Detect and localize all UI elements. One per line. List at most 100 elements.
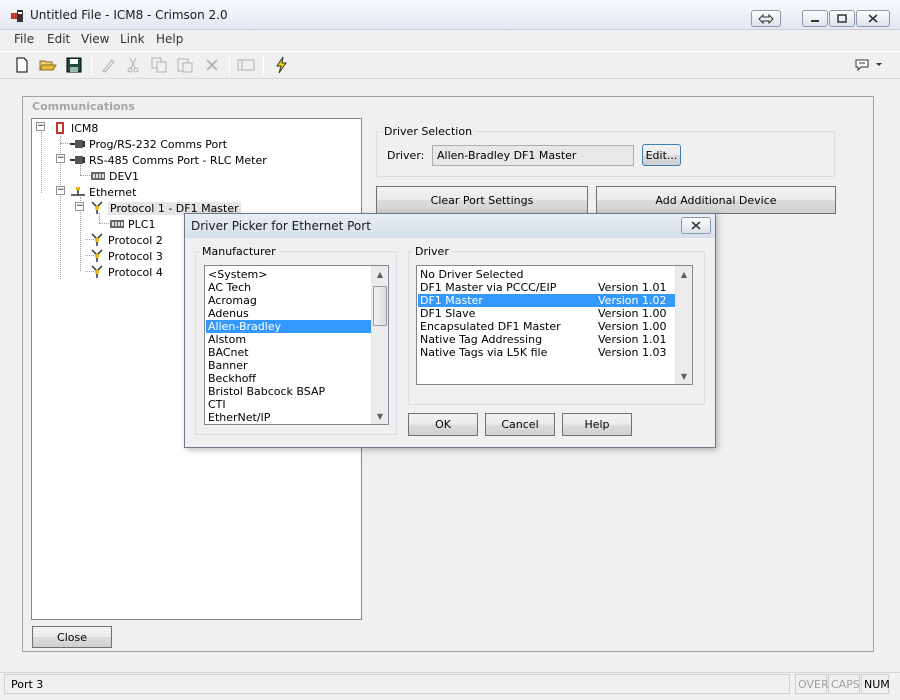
sync-arrows-button[interactable] [751, 10, 781, 27]
driver-label: Driver: [387, 149, 425, 162]
tree-node-protocol2[interactable]: Protocol 2 [89, 232, 163, 248]
driver-group-label: Driver [413, 245, 451, 258]
cancel-button[interactable]: Cancel [485, 413, 555, 436]
tree-node-ethernet[interactable]: Ethernet [70, 184, 136, 200]
scroll-up-icon[interactable]: ▲ [676, 266, 692, 282]
copy-button[interactable] [148, 54, 170, 76]
driver-row-selected[interactable]: DF1 Master Version 1.02 [418, 294, 675, 307]
manufacturer-list[interactable]: <System> AC Tech Acromag Adenus Allen-Br… [204, 265, 389, 425]
close-window-button[interactable] [856, 10, 890, 27]
driver-row[interactable]: DF1 Slave Version 1.00 [418, 307, 675, 320]
minimize-icon [811, 19, 819, 22]
tree-node-icm8[interactable]: ICM8 [52, 120, 98, 136]
close-button[interactable]: Close [32, 626, 112, 648]
list-item[interactable]: Banner [206, 359, 372, 372]
tree-node-label: Prog/RS-232 Comms Port [89, 137, 228, 151]
device-icon [52, 121, 68, 135]
driver-row[interactable]: Native Tags via L5K file Version 1.03 [418, 346, 675, 359]
new-file-button[interactable] [11, 54, 33, 76]
clear-port-settings-button[interactable]: Clear Port Settings [376, 186, 588, 214]
serial-port-icon [70, 137, 86, 151]
ok-button[interactable]: OK [408, 413, 478, 436]
list-item[interactable]: AC Tech [206, 281, 372, 294]
minimize-button[interactable] [802, 10, 828, 27]
scroll-down-icon[interactable]: ▼ [372, 408, 388, 424]
maximize-button[interactable] [829, 10, 855, 27]
scroll-thumb[interactable] [373, 286, 387, 326]
delete-button[interactable] [201, 54, 223, 76]
driver-row[interactable]: DF1 Master via PCCC/EIP Version 1.01 [418, 281, 675, 294]
driver-field: Allen-Bradley DF1 Master [432, 145, 634, 166]
properties-button[interactable] [235, 54, 257, 76]
driver-name: No Driver Selected [420, 268, 524, 281]
tree-expander[interactable]: − [75, 202, 84, 211]
balloon-help-icon [855, 59, 882, 72]
paste-button[interactable] [174, 54, 196, 76]
edit-driver-button[interactable]: Edit... [642, 144, 681, 166]
tree-node-protocol3[interactable]: Protocol 3 [89, 248, 163, 264]
add-device-button[interactable]: Add Additional Device [596, 186, 836, 214]
driver-version: Version 1.00 [598, 320, 667, 333]
driver-name: DF1 Slave [420, 307, 476, 320]
tree-node-prog-port[interactable]: Prog/RS-232 Comms Port [70, 136, 227, 152]
menu-view[interactable]: View [81, 32, 109, 46]
edit-pen-button[interactable] [97, 54, 119, 76]
cut-button[interactable] [122, 54, 144, 76]
tree-node-protocol4[interactable]: Protocol 4 [89, 264, 163, 280]
protocol-icon [89, 265, 105, 279]
menu-help[interactable]: Help [156, 32, 183, 46]
driver-list[interactable]: No Driver Selected DF1 Master via PCCC/E… [416, 265, 693, 385]
toolbar-separator [263, 54, 264, 76]
tree-expander[interactable]: − [36, 122, 45, 131]
copy-icon [151, 57, 167, 73]
balloon-help-button[interactable] [852, 54, 886, 76]
driver-row[interactable]: No Driver Selected [418, 268, 675, 281]
save-icon [66, 57, 82, 73]
help-button[interactable]: Help [562, 413, 632, 436]
scroll-up-icon[interactable]: ▲ [372, 266, 388, 282]
driver-name: Encapsulated DF1 Master [420, 320, 561, 333]
tree-expander[interactable]: − [56, 154, 65, 163]
list-item[interactable]: Adenus [206, 307, 372, 320]
driver-row[interactable]: Native Tag Addressing Version 1.01 [418, 333, 675, 346]
list-item[interactable]: Acromag [206, 294, 372, 307]
driver-version: Version 1.01 [598, 281, 667, 294]
open-folder-icon [39, 60, 57, 71]
tree-node-plc1[interactable]: PLC1 [109, 216, 155, 232]
dialog-close-button[interactable] [681, 217, 711, 234]
list-item[interactable]: Alstom [206, 333, 372, 346]
manufacturer-scrollbar[interactable]: ▲ ▼ [371, 266, 388, 424]
driver-row[interactable]: Encapsulated DF1 Master Version 1.00 [418, 320, 675, 333]
device-module-icon [90, 169, 106, 183]
list-item[interactable]: Bristol Babcock BSAP [206, 385, 372, 398]
driver-name: DF1 Master via PCCC/EIP [420, 281, 557, 294]
serial-port-icon [70, 153, 86, 167]
send-button[interactable] [270, 54, 292, 76]
open-button[interactable] [37, 54, 59, 76]
list-item-selected[interactable]: Allen-Bradley [206, 320, 372, 333]
list-item[interactable]: <System> [206, 268, 372, 281]
menu-edit[interactable]: Edit [47, 32, 70, 46]
list-item[interactable]: CTI [206, 398, 372, 411]
driver-version: Version 1.01 [598, 333, 667, 346]
manufacturer-label: Manufacturer [200, 245, 278, 258]
protocol-icon [89, 249, 105, 263]
tree-node-dev1[interactable]: DEV1 [90, 168, 139, 184]
scroll-down-icon[interactable]: ▼ [676, 368, 692, 384]
app-icon[interactable] [10, 9, 24, 23]
tree-node-rs485-port[interactable]: RS-485 Comms Port - RLC Meter [70, 152, 267, 168]
ethernet-icon [70, 185, 86, 199]
tree-node-label: RS-485 Comms Port - RLC Meter [89, 153, 267, 167]
menu-file[interactable]: File [14, 32, 34, 46]
list-item[interactable]: BACnet [206, 346, 372, 359]
overwrite-indicator: OVER [795, 674, 829, 694]
paste-icon [177, 58, 193, 73]
panel-header: Communications [32, 100, 135, 113]
tree-expander[interactable]: − [56, 186, 65, 195]
list-item[interactable]: EtherNet/IP [206, 411, 372, 424]
tree-node-label: DEV1 [109, 169, 139, 183]
save-button[interactable] [63, 54, 85, 76]
list-item[interactable]: Beckhoff [206, 372, 372, 385]
driver-scrollbar[interactable]: ▲ ▼ [675, 266, 692, 384]
menu-link[interactable]: Link [120, 32, 145, 46]
